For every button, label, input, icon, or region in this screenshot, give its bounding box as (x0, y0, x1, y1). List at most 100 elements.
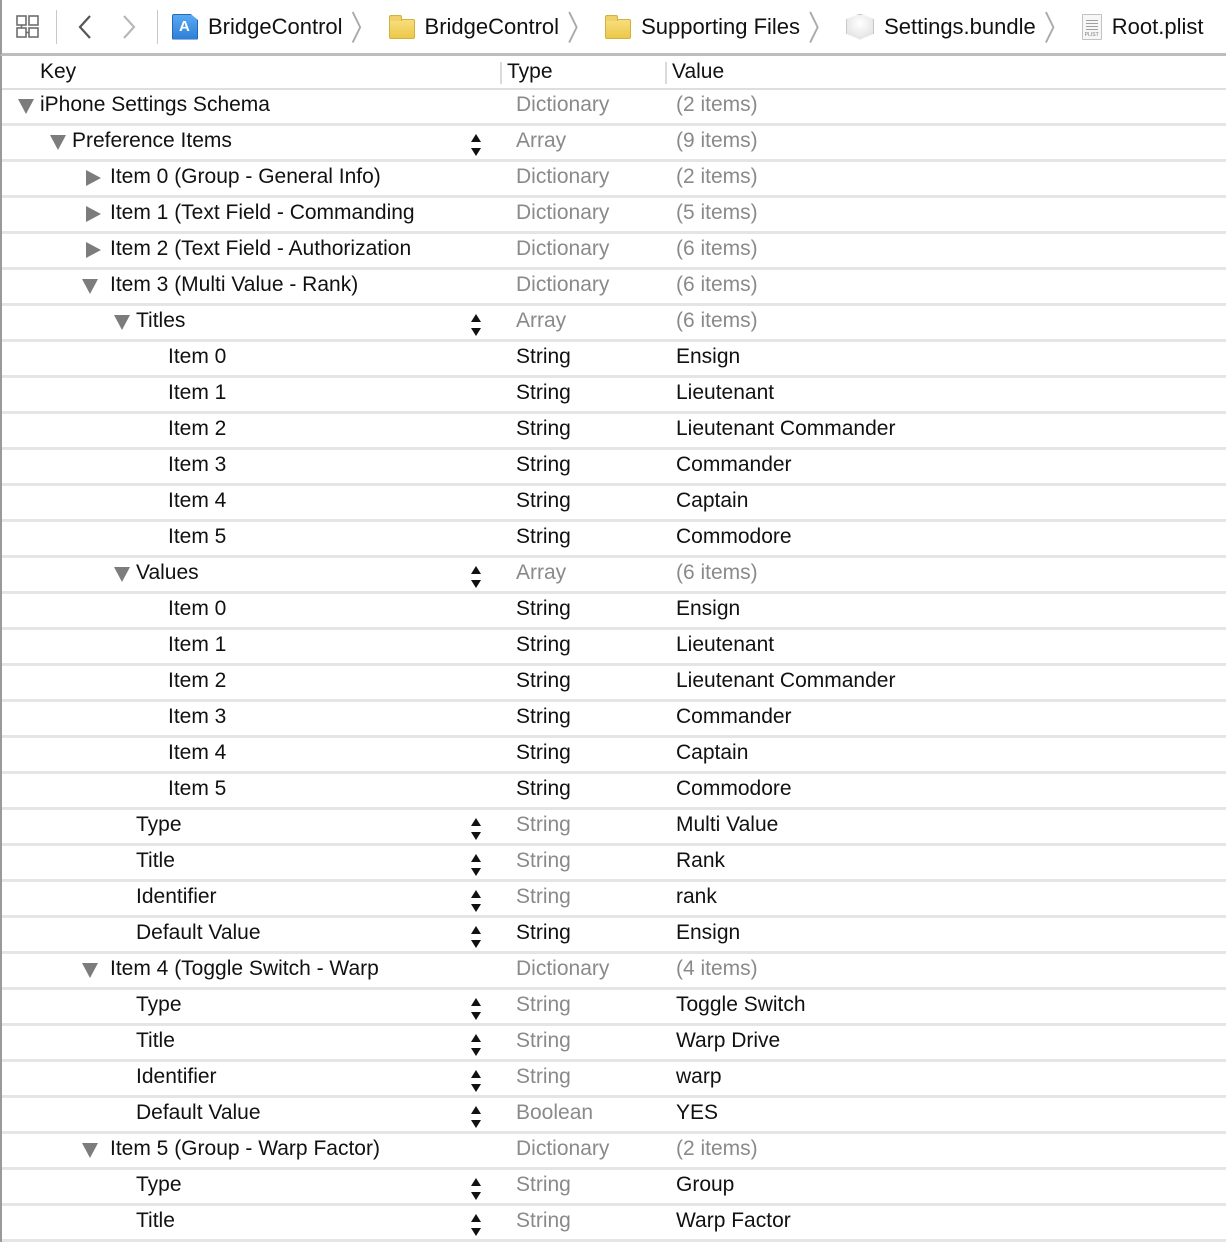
plist-row[interactable]: Title String Warp Drive (2, 1026, 1226, 1062)
row-type[interactable]: String (516, 1029, 571, 1053)
row-type[interactable]: Dictionary (516, 273, 609, 297)
disclosure-triangle-collapsed-icon[interactable] (86, 206, 101, 222)
plist-row[interactable]: Type String Multi Value (2, 810, 1226, 846)
key-popup-stepper-icon[interactable] (469, 852, 483, 878)
disclosure-triangle-expanded-icon[interactable] (18, 99, 34, 114)
plist-row[interactable]: Titles Array (6 items) (2, 306, 1226, 342)
row-key[interactable]: Item 1 (Text Field - Commanding (110, 201, 415, 225)
row-value[interactable]: Captain (676, 741, 748, 765)
plist-row[interactable]: Item 1 String Lieutenant (2, 378, 1226, 414)
disclosure-triangle-expanded-icon[interactable] (114, 567, 130, 582)
row-type[interactable]: String (516, 885, 571, 909)
row-type[interactable]: Array (516, 309, 566, 333)
row-type[interactable]: Boolean (516, 1101, 593, 1125)
row-type[interactable]: String (516, 993, 571, 1017)
key-popup-stepper-icon[interactable] (469, 1212, 483, 1238)
disclosure-triangle-collapsed-icon[interactable] (86, 170, 101, 186)
breadcrumb-root-plist[interactable]: Root.plist (1074, 7, 1203, 47)
row-value[interactable]: Lieutenant (676, 381, 774, 405)
plist-row[interactable]: Item 3 (Multi Value - Rank) Dictionary (6 … (2, 270, 1226, 306)
row-key[interactable]: Title (136, 849, 175, 873)
row-type[interactable]: String (516, 597, 571, 621)
go-back-button[interactable] (63, 7, 107, 47)
key-popup-stepper-icon[interactable] (469, 132, 483, 158)
row-key[interactable]: Type (136, 993, 182, 1017)
row-value[interactable]: Multi Value (676, 813, 778, 837)
disclosure-triangle-expanded-icon[interactable] (114, 315, 130, 330)
row-value[interactable]: rank (676, 885, 717, 909)
disclosure-triangle-expanded-icon[interactable] (50, 135, 66, 150)
plist-row[interactable]: Item 3 String Commander (2, 450, 1226, 486)
key-popup-stepper-icon[interactable] (469, 1068, 483, 1094)
row-value[interactable]: Lieutenant Commander (676, 417, 895, 441)
row-value[interactable]: Commodore (676, 525, 792, 549)
plist-row[interactable]: Item 0 String Ensign (2, 594, 1226, 630)
key-popup-stepper-icon[interactable] (469, 564, 483, 590)
disclosure-triangle-expanded-icon[interactable] (82, 1143, 98, 1158)
row-value[interactable]: YES (676, 1101, 718, 1125)
related-items-button[interactable] (6, 7, 50, 47)
row-key[interactable]: Item 2 (168, 417, 226, 441)
row-key[interactable]: Preference Items (72, 129, 232, 153)
row-key[interactable]: Identifier (136, 885, 217, 909)
row-value[interactable]: Rank (676, 849, 725, 873)
key-popup-stepper-icon[interactable] (469, 1104, 483, 1130)
row-value[interactable]: Toggle Switch (676, 993, 806, 1017)
plist-row[interactable]: Item 2 String Lieutenant Commander (2, 666, 1226, 702)
column-header-value[interactable]: Value (672, 60, 724, 84)
plist-row[interactable]: Item 3 String Commander (2, 702, 1226, 738)
row-value[interactable]: Group (676, 1173, 734, 1197)
plist-row[interactable]: Title String Rank (2, 846, 1226, 882)
row-key[interactable]: Values (136, 561, 199, 585)
row-type[interactable]: String (516, 489, 571, 513)
row-key[interactable]: Item 2 (Text Field - Authorization (110, 237, 411, 261)
row-type[interactable]: String (516, 669, 571, 693)
row-key[interactable]: Item 4 (Toggle Switch - Warp (110, 957, 379, 981)
disclosure-triangle-collapsed-icon[interactable] (86, 242, 101, 258)
plist-row[interactable]: Type String Toggle Switch (2, 990, 1226, 1026)
disclosure-triangle-expanded-icon[interactable] (82, 963, 98, 978)
plist-row[interactable]: Item 5 (Group - Warp Factor) Dictionary (2… (2, 1134, 1226, 1170)
row-key[interactable]: Item 1 (168, 381, 226, 405)
row-type[interactable]: Dictionary (516, 165, 609, 189)
key-popup-stepper-icon[interactable] (469, 1032, 483, 1058)
row-value[interactable]: Ensign (676, 597, 740, 621)
row-type[interactable]: Dictionary (516, 957, 609, 981)
column-resize-handle[interactable] (665, 62, 667, 84)
row-key[interactable]: Item 5 (Group - Warp Factor) (110, 1137, 380, 1161)
row-key[interactable]: Identifier (136, 1065, 217, 1089)
row-type[interactable]: String (516, 1173, 571, 1197)
row-type[interactable]: Dictionary (516, 1137, 609, 1161)
row-key[interactable]: Default Value (136, 1101, 261, 1125)
row-key[interactable]: Default Value (136, 921, 261, 945)
plist-row[interactable]: Item 0 (Group - General Info) Dictionary (… (2, 162, 1226, 198)
row-key[interactable]: Item 2 (168, 669, 226, 693)
row-type[interactable]: String (516, 921, 571, 945)
row-value[interactable]: Commander (676, 705, 792, 729)
row-value[interactable]: Commodore (676, 777, 792, 801)
row-value[interactable]: Commander (676, 453, 792, 477)
plist-row[interactable]: Item 5 String Commodore (2, 774, 1226, 810)
row-key[interactable]: Title (136, 1209, 175, 1233)
plist-row[interactable]: Item 4 String Captain (2, 738, 1226, 774)
row-key[interactable]: Item 0 (168, 345, 226, 369)
plist-row[interactable]: Item 4 String Captain (2, 486, 1226, 522)
row-value[interactable]: Lieutenant Commander (676, 669, 895, 693)
breadcrumb-group-supporting-files[interactable]: Supporting Files 〉 (597, 7, 838, 48)
plist-row[interactable]: iPhone Settings Schema Dictionary (2 items… (2, 90, 1226, 126)
plist-row[interactable]: Item 2 String Lieutenant Commander (2, 414, 1226, 450)
disclosure-triangle-expanded-icon[interactable] (82, 279, 98, 294)
plist-row[interactable]: Default Value Boolean YES (2, 1098, 1226, 1134)
row-type[interactable]: String (516, 633, 571, 657)
row-type[interactable]: String (516, 345, 571, 369)
row-key[interactable]: Type (136, 1173, 182, 1197)
plist-row[interactable]: Item 1 String Lieutenant (2, 630, 1226, 666)
row-key[interactable]: Item 4 (168, 741, 226, 765)
row-key[interactable]: iPhone Settings Schema (40, 93, 270, 117)
breadcrumb-settings-bundle[interactable]: Settings.bundle 〉 (838, 7, 1074, 48)
row-key[interactable]: Item 3 (Multi Value - Rank) (110, 273, 358, 297)
go-forward-button[interactable] (107, 7, 151, 47)
row-key[interactable]: Item 1 (168, 633, 226, 657)
plist-row[interactable]: Title String Warp Factor (2, 1206, 1226, 1242)
row-type[interactable]: String (516, 849, 571, 873)
